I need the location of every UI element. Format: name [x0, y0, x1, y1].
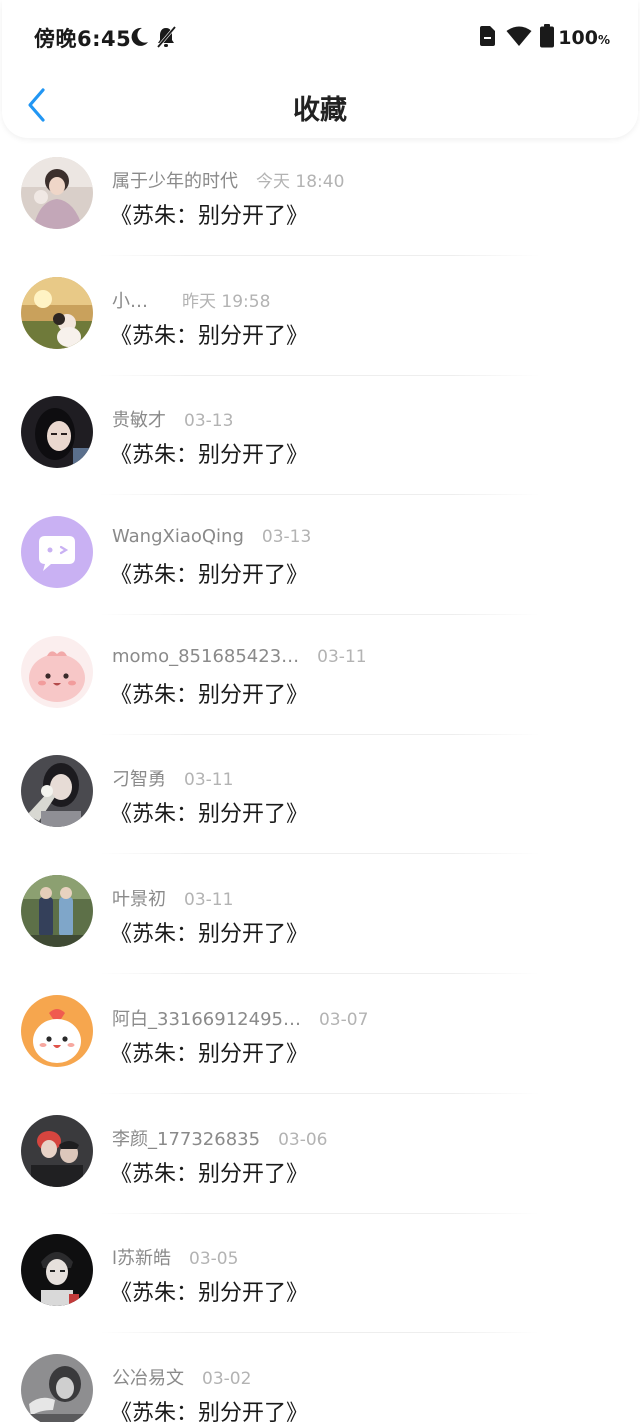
avatar[interactable]	[21, 276, 93, 349]
avatar[interactable]	[21, 516, 93, 589]
item-title[interactable]: 《苏朱：别分开了》	[110, 677, 308, 709]
favorites-list: 属于少年的时代 今天 18:40 《苏朱：别分开了》 小… 昨天 19:58 《…	[0, 140, 640, 1422]
item-time: 03-11	[184, 890, 234, 911]
meta-line: 叶景初 03-11	[112, 885, 234, 911]
user-name[interactable]: 阿白_33166912495…	[112, 1005, 301, 1031]
item-title[interactable]: 《苏朱：别分开了》	[110, 1395, 308, 1422]
item-time: 03-13	[184, 411, 234, 432]
meta-line: 刁智勇 03-11	[112, 765, 234, 791]
top-header-card: 傍晚6:45 100% 收藏	[2, 0, 638, 138]
meta-line: 阿白_33166912495… 03-07	[112, 1005, 369, 1031]
item-title[interactable]: 《苏朱：别分开了》	[110, 916, 308, 948]
sim-card-icon	[479, 25, 496, 51]
divider	[100, 255, 540, 256]
list-item[interactable]: 公冶易文 03-02 《苏朱：别分开了》	[0, 1337, 640, 1422]
avatar[interactable]	[21, 1234, 93, 1307]
user-name[interactable]: 李颜_177326835	[112, 1125, 260, 1151]
divider	[100, 374, 540, 376]
status-time: 傍晚6:45	[34, 27, 132, 51]
user-name[interactable]: 刁智勇	[112, 765, 166, 791]
list-item[interactable]: 阿白_33166912495… 03-07 《苏朱：别分开了》	[0, 978, 640, 1098]
item-title[interactable]: 《苏朱：别分开了》	[110, 1036, 308, 1068]
list-item[interactable]: l苏新皓 03-05 《苏朱：别分开了》	[0, 1217, 640, 1337]
meta-line: 贵敏才 03-13	[112, 406, 234, 432]
meta-line: l苏新皓 03-05	[112, 1244, 239, 1270]
list-item[interactable]: WangXiaoQing 03-13 《苏朱：别分开了》	[0, 499, 640, 619]
list-item[interactable]: 刁智勇 03-11 《苏朱：别分开了》	[0, 738, 640, 858]
list-item[interactable]: 叶景初 03-11 《苏朱：别分开了》	[0, 858, 640, 978]
battery-percentage: 100%	[558, 27, 610, 49]
user-name[interactable]: WangXiaoQing	[112, 526, 244, 547]
meta-line: 李颜_177326835 03-06	[112, 1125, 328, 1151]
user-name[interactable]: 贵敏才	[112, 406, 166, 432]
divider	[100, 733, 540, 735]
item-time: 03-05	[189, 1249, 239, 1270]
item-time: 03-11	[317, 646, 367, 667]
item-title[interactable]: 《苏朱：别分开了》	[110, 796, 308, 828]
item-time: 03-07	[318, 1009, 369, 1030]
divider	[100, 973, 540, 975]
bell-off-icon	[155, 24, 177, 50]
user-name[interactable]: momo_851685423…	[112, 646, 299, 667]
divider	[100, 1332, 540, 1334]
avatar[interactable]	[21, 1353, 93, 1422]
user-name[interactable]: 叶景初	[112, 885, 166, 911]
item-time: 03-11	[184, 770, 234, 791]
item-title[interactable]: 《苏朱：别分开了》	[110, 1156, 308, 1188]
list-item[interactable]: 小… 昨天 19:58 《苏朱：别分开了》	[0, 260, 640, 380]
divider	[100, 614, 540, 616]
avatar[interactable]	[21, 635, 93, 708]
favorites-screen: 傍晚6:45 100% 收藏 属于少年的时代 今天 18:40 《苏朱：别分开了…	[0, 0, 640, 1422]
battery-icon	[540, 24, 555, 52]
item-title[interactable]: 《苏朱：别分开了》	[110, 1275, 308, 1307]
meta-line: 公冶易文 03-02	[112, 1364, 252, 1390]
status-right-group: 100%	[479, 23, 610, 53]
item-title[interactable]: 《苏朱：别分开了》	[110, 318, 308, 350]
user-name[interactable]: 公冶易文	[112, 1364, 184, 1390]
item-title[interactable]: 《苏朱：别分开了》	[110, 437, 308, 469]
navigation-bar: 收藏	[2, 74, 638, 138]
user-name[interactable]: l苏新皓	[112, 1244, 171, 1270]
avatar[interactable]	[21, 875, 93, 948]
meta-line: 小… 昨天 19:58	[112, 287, 271, 313]
avatar[interactable]	[21, 396, 93, 469]
list-item[interactable]: momo_851685423… 03-11 《苏朱：别分开了》	[0, 619, 640, 739]
divider	[100, 494, 540, 496]
avatar[interactable]	[21, 157, 93, 229]
divider	[100, 853, 540, 855]
status-bar: 傍晚6:45 100%	[2, 0, 638, 74]
meta-line: momo_851685423… 03-11	[112, 646, 367, 670]
list-item[interactable]: 属于少年的时代 今天 18:40 《苏朱：别分开了》	[0, 140, 640, 260]
wifi-icon	[506, 25, 532, 51]
divider	[100, 1212, 540, 1214]
page-title: 收藏	[293, 95, 347, 126]
item-time: 03-02	[202, 1368, 252, 1389]
divider	[100, 1092, 540, 1094]
user-name[interactable]: 属于少年的时代	[112, 167, 238, 193]
item-time: 03-13	[261, 527, 312, 548]
item-time: 03-06	[278, 1129, 328, 1150]
user-name[interactable]: 小…	[112, 287, 148, 313]
meta-line: WangXiaoQing 03-13	[112, 526, 311, 550]
item-title[interactable]: 《苏朱：别分开了》	[110, 198, 308, 230]
meta-line: 属于少年的时代 今天 18:40	[112, 167, 345, 193]
item-time: 昨天 19:58	[182, 291, 271, 312]
avatar[interactable]	[21, 755, 93, 828]
item-title[interactable]: 《苏朱：别分开了》	[110, 557, 308, 589]
list-item[interactable]: 贵敏才 03-13 《苏朱：别分开了》	[0, 379, 640, 499]
item-time: 今天 18:40	[256, 172, 345, 192]
list-item[interactable]: 李颜_177326835 03-06 《苏朱：别分开了》	[0, 1098, 640, 1218]
avatar[interactable]	[21, 1114, 93, 1187]
avatar[interactable]	[21, 994, 93, 1067]
moon-icon	[128, 24, 150, 50]
